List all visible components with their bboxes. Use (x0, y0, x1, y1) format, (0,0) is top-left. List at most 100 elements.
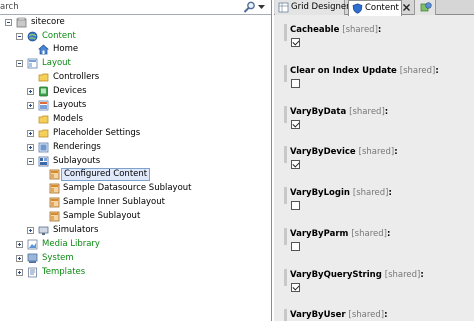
expand-toggle[interactable] (16, 241, 23, 248)
add-tab-icon (420, 2, 432, 12)
content-tree-pane: sitecore Content Home (0, 0, 272, 321)
collapse-toggle[interactable] (5, 19, 12, 26)
layouts-icon (38, 100, 49, 111)
checkbox-varybydata[interactable] (291, 120, 300, 129)
checkbox-varybyparm[interactable] (291, 242, 300, 251)
expand-toggle[interactable] (16, 269, 23, 276)
sublayout-icon (49, 183, 60, 194)
tree-node-home[interactable]: Home (0, 43, 120, 56)
checkbox-varybyquerystring[interactable] (291, 283, 300, 292)
tree-node-controllers[interactable]: Controllers (0, 71, 120, 84)
tree-node-media-library[interactable]: Media Library (0, 238, 120, 251)
checkbox-cacheable[interactable] (291, 38, 300, 47)
collapse-toggle[interactable] (27, 158, 34, 165)
folder-icon (38, 115, 49, 124)
tree-node-sublayouts[interactable]: Sublayouts (0, 155, 120, 168)
tree-label: Controllers (53, 72, 100, 82)
tree-node-system[interactable]: System (0, 252, 120, 265)
collapse-toggle[interactable] (16, 60, 23, 67)
tab-add[interactable] (414, 0, 436, 15)
close-icon[interactable] (402, 3, 411, 12)
field-marker (284, 106, 287, 123)
tree-label: Layout (42, 58, 71, 68)
tree-node-layout[interactable]: Layout (0, 57, 120, 70)
tree-node-sample-datasource-sublayout[interactable]: Sample Datasource Sublayout (0, 182, 200, 195)
field-label-varybyuser: VaryByUser [shared]: (290, 310, 388, 320)
expand-toggle[interactable] (16, 255, 23, 262)
tree-label: Sample Inner Sublayout (63, 197, 165, 207)
renderings-icon (38, 142, 49, 153)
expand-toggle[interactable] (27, 102, 34, 109)
search-input[interactable] (0, 1, 240, 13)
tree-label: Renderings (53, 142, 101, 152)
tree-label: Media Library (42, 239, 100, 249)
simulator-icon (38, 226, 49, 235)
tree-node-templates[interactable]: Templates (0, 266, 120, 279)
device-icon (39, 86, 48, 97)
checkbox-clear-on-index-update[interactable] (291, 79, 300, 88)
tree-node-renderings[interactable]: Renderings (0, 141, 120, 154)
layout-icon (27, 58, 38, 69)
folder-icon (38, 73, 49, 82)
collapse-toggle[interactable] (16, 33, 23, 40)
tree-node-sample-inner-sublayout[interactable]: Sample Inner Sublayout (0, 196, 200, 209)
grid-designer-icon (278, 2, 289, 13)
tree-node-content[interactable]: Content (0, 30, 120, 43)
tree-label: Placeholder Settings (53, 128, 141, 138)
expand-toggle[interactable] (27, 144, 34, 151)
tree-node-devices[interactable]: Devices (0, 85, 120, 98)
sublayout-icon (49, 211, 60, 222)
tree-label: sitecore (31, 17, 65, 27)
sublayouts-icon (38, 156, 49, 167)
tab-grid-designer[interactable]: Grid Designer (275, 0, 350, 15)
tab-content[interactable]: Content (348, 0, 402, 16)
expand-toggle[interactable] (27, 88, 34, 95)
tree-node-simulators[interactable]: Simulators (0, 224, 120, 237)
field-label-varybyquerystring: VaryByQueryString [shared]: (290, 270, 424, 280)
tree-view: sitecore Content Home Layout Controllers… (0, 16, 271, 321)
editor-pane: Grid Designer Content Cacheable [shared]… (274, 0, 474, 321)
shield-icon (352, 3, 363, 14)
content-globe-icon (27, 31, 38, 42)
folder-icon (38, 129, 49, 138)
tree-label: System (42, 253, 74, 263)
tree-label: Devices (53, 86, 87, 96)
tree-label: Layouts (53, 100, 87, 110)
sublayout-icon (49, 197, 60, 208)
tree-label: Configured Content (61, 168, 151, 181)
field-marker (284, 187, 287, 204)
templates-icon (28, 267, 37, 278)
chevron-down-icon[interactable] (258, 4, 265, 10)
tree-label: Simulators (53, 225, 99, 235)
checkbox-varybylogin[interactable] (291, 201, 300, 210)
field-marker (284, 269, 287, 286)
tree-node-sitecore[interactable]: sitecore (0, 16, 100, 29)
tree-node-models[interactable]: Models (0, 113, 120, 126)
field-label-varybyparm: VaryByParm [shared]: (290, 229, 391, 239)
tree-node-configured-content[interactable]: Configured Content (0, 168, 151, 181)
home-icon (38, 44, 49, 55)
expand-toggle[interactable] (27, 227, 34, 234)
editor-tabstrip: Grid Designer Content (274, 0, 474, 16)
tree-node-layouts[interactable]: Layouts (0, 99, 120, 112)
tree-label: Models (53, 114, 83, 124)
field-list: Cacheable [shared]: Clear on Index Updat… (274, 16, 474, 321)
tree-node-placeholder-settings[interactable]: Placeholder Settings (0, 127, 150, 140)
field-marker (284, 24, 287, 41)
sublayout-icon (49, 169, 60, 180)
field-label-varybylogin: VaryByLogin [shared]: (290, 188, 392, 198)
tab-label: Content (365, 3, 399, 13)
field-label-varybydata: VaryByData [shared]: (290, 107, 389, 117)
tab-label: Grid Designer (291, 2, 350, 12)
database-icon (16, 17, 27, 28)
tree-label: Home (53, 44, 79, 54)
expand-toggle[interactable] (27, 130, 34, 137)
field-marker (284, 309, 287, 321)
tree-node-sample-sublayout[interactable]: Sample Sublayout (0, 210, 200, 223)
field-label-cacheable: Cacheable [shared]: (290, 25, 382, 35)
media-library-icon (27, 239, 38, 250)
search-bar (0, 0, 271, 15)
checkbox-varybydevice[interactable] (291, 160, 300, 169)
tree-label: Sublayouts (53, 156, 101, 166)
search-icon[interactable] (243, 1, 256, 13)
